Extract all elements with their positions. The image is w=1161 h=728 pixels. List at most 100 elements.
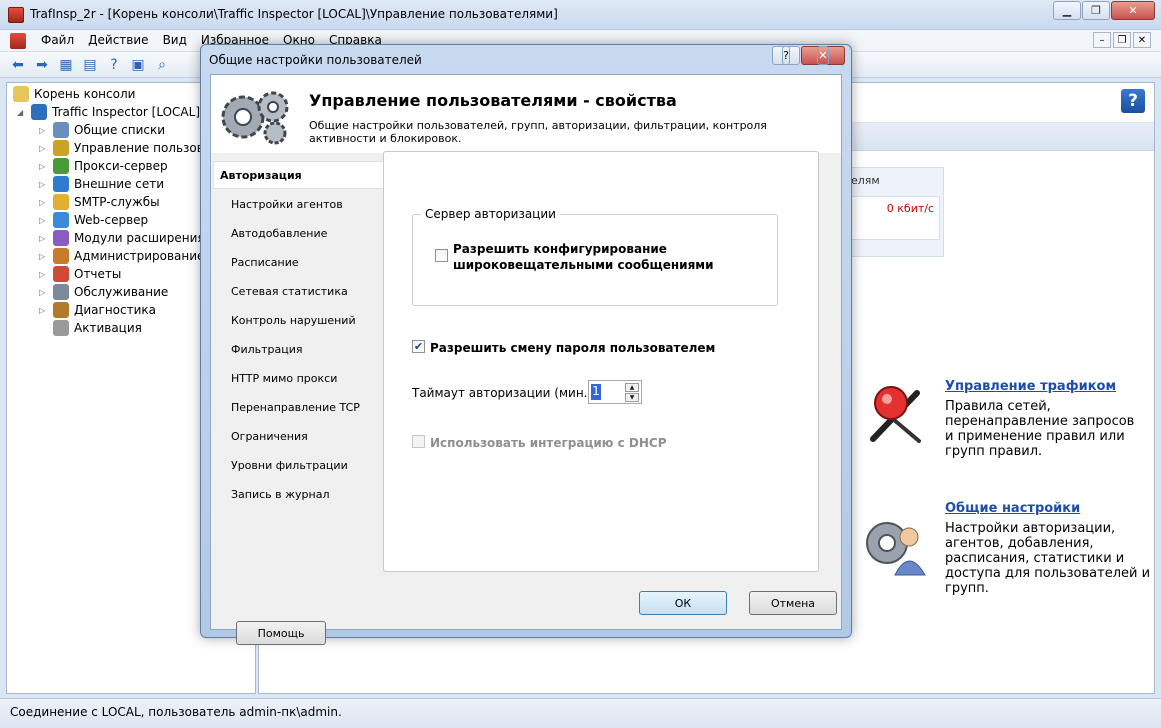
expand-arrow-icon[interactable]: ▷ <box>39 216 49 225</box>
minimize-button[interactable]: ▁ <box>1053 1 1081 20</box>
nav-tcp-redirect[interactable]: Перенаправление TCP <box>231 401 360 414</box>
tree-item[interactable]: ▷ Web-сервер <box>39 211 148 229</box>
timeout-label: Таймаут авторизации (мин.) <box>412 386 593 400</box>
nav-schedule[interactable]: Расписание <box>231 256 299 269</box>
mdi-close-button[interactable]: ✕ <box>1133 32 1151 48</box>
tree-item[interactable]: ▷ Диагностика <box>39 301 156 319</box>
tree-item[interactable]: ▷ SMTP-службы <box>39 193 160 211</box>
auth-server-group: Сервер авторизации Разрешить конфигуриро… <box>412 207 778 306</box>
broadcast-config-box[interactable] <box>435 249 448 262</box>
mdi-restore-button[interactable]: ❐ <box>1113 32 1131 48</box>
nav-limits[interactable]: Ограничения <box>231 430 308 443</box>
tree-item[interactable]: ▷ Обслуживание <box>39 283 168 301</box>
cancel-button[interactable]: Отмена <box>749 591 837 615</box>
menu-action[interactable]: Действие <box>81 33 155 47</box>
dhcp-integration-box[interactable] <box>412 435 425 448</box>
expand-arrow-icon[interactable]: ▷ <box>39 180 49 189</box>
up-folder-icon[interactable]: ▦ <box>56 56 76 74</box>
expand-arrow-icon[interactable]: ▷ <box>39 270 49 279</box>
search-icon[interactable]: ⌕ <box>152 56 172 74</box>
timeout-spinner[interactable]: 1 ▲ ▼ <box>588 380 642 404</box>
dialog-body: Управление пользователями - свойства Общ… <box>210 74 842 645</box>
window-controls: ▁ ❐ ✕ <box>1052 1 1155 20</box>
service-icon <box>53 284 69 300</box>
help-button[interactable]: Помощь <box>236 621 326 645</box>
expand-arrow-icon[interactable]: ▷ <box>39 306 49 315</box>
nav-logging[interactable]: Запись в журнал <box>231 488 330 501</box>
help-icon[interactable]: ? <box>1121 89 1145 113</box>
nav-violations[interactable]: Контроль нарушений <box>231 314 356 327</box>
dialog-controls: ? ✕ <box>772 46 845 65</box>
admin-icon <box>53 248 69 264</box>
dhcp-integration-checkbox[interactable]: Использовать интеграцию с DHCP <box>412 435 667 451</box>
tree-item[interactable]: ▷ Прокси-сервер <box>39 157 168 175</box>
tree-item[interactable]: ▷ Внешние сети <box>39 175 164 193</box>
tree-item-label: SMTP-службы <box>74 195 160 209</box>
tree-item-label: Внешние сети <box>74 177 165 191</box>
collapse-arrow-icon[interactable]: ◢ <box>17 108 27 117</box>
tree-root-label: Корень консоли <box>34 87 136 101</box>
tree-item-label: Общие списки <box>74 123 166 137</box>
tree-root[interactable]: Корень консоли <box>13 85 135 103</box>
key-icon <box>53 320 69 336</box>
tree-server[interactable]: ◢ Traffic Inspector [LOCAL] <box>17 103 200 121</box>
dialog-close-button[interactable]: ✕ <box>801 46 845 65</box>
tree-item-label: Отчеты <box>74 267 122 281</box>
spin-down-icon[interactable]: ▼ <box>625 393 639 402</box>
nav-authorization[interactable]: Авторизация <box>213 161 383 189</box>
traffic-management-link[interactable]: Управление трафиком <box>945 379 1116 394</box>
dialog-help-button[interactable]: ? <box>772 46 800 65</box>
mdi-minimize-button[interactable]: – <box>1093 32 1111 48</box>
nav-filtering[interactable]: Фильтрация <box>231 343 303 356</box>
dialog-title: Общие настройки пользователей <box>209 53 422 67</box>
tree-item-label: Активация <box>74 321 142 335</box>
forward-arrow-icon[interactable]: ➡ <box>32 56 52 74</box>
nav-agent-settings[interactable]: Настройки агентов <box>231 198 343 211</box>
expand-arrow-icon[interactable]: ▷ <box>39 198 49 207</box>
expand-arrow-icon[interactable]: ▷ <box>39 288 49 297</box>
tree-item[interactable]: ▷ Управление пользовате <box>39 139 226 157</box>
nav-network-stats[interactable]: Сетевая статистика <box>231 285 348 298</box>
expand-arrow-icon[interactable]: ▷ <box>39 252 49 261</box>
menu-file[interactable]: Файл <box>34 33 81 47</box>
nav-filter-levels[interactable]: Уровни фильтрации <box>231 459 348 472</box>
maximize-button[interactable]: ❐ <box>1082 1 1110 20</box>
tree-item[interactable]: ▷ Отчеты <box>39 265 121 283</box>
expand-arrow-icon[interactable]: ▷ <box>39 234 49 243</box>
window-titlebar: TrafInsp_2r - [Корень консоли\Traffic In… <box>0 0 1161 30</box>
folder-icon <box>13 86 29 102</box>
tree-item[interactable]: ▷ Модули расширения <box>39 229 205 247</box>
status-bar: Соединение с LOCAL, пользователь admin-п… <box>0 698 1161 728</box>
tree-item-label: Обслуживание <box>74 285 169 299</box>
spin-up-icon[interactable]: ▲ <box>625 383 639 392</box>
close-button[interactable]: ✕ <box>1111 1 1155 20</box>
properties-dialog: Общие настройки пользователей ? ✕ Управл… <box>200 44 852 645</box>
expand-arrow-icon[interactable]: ▷ <box>39 126 49 135</box>
broadcast-config-checkbox[interactable]: Разрешить конфигурирование широковещател… <box>435 241 713 273</box>
nav-http-bypass[interactable]: HTTP мимо прокси <box>231 372 337 385</box>
back-arrow-icon[interactable]: ⬅ <box>8 56 28 74</box>
password-change-box[interactable]: ✔ <box>412 340 425 353</box>
tree-item-label: Прокси-сервер <box>74 159 168 173</box>
properties-icon[interactable]: ▣ <box>128 56 148 74</box>
authorization-panel: Сервер авторизации Разрешить конфигуриро… <box>383 151 819 572</box>
auth-server-legend: Сервер авторизации <box>421 207 560 221</box>
nav-auto-add[interactable]: Автодобавление <box>231 227 327 240</box>
traffic-management-desc: Правила сетей, перенаправление запросов … <box>945 399 1135 459</box>
tree-item[interactable]: ▷ Общие списки <box>39 121 165 139</box>
expand-arrow-icon[interactable]: ▷ <box>39 162 49 171</box>
mdi-system-icon[interactable] <box>10 33 26 49</box>
timeout-input[interactable]: 1 <box>591 384 601 400</box>
password-change-checkbox[interactable]: ✔ Разрешить смену пароля пользователем <box>412 340 715 356</box>
tree-item-label: Web-сервер <box>74 213 149 227</box>
general-settings-link[interactable]: Общие настройки <box>945 501 1080 516</box>
stats-inner: 0 кбит/с <box>848 196 940 240</box>
help-icon[interactable]: ? <box>104 56 124 74</box>
ok-button[interactable]: ОК <box>639 591 727 615</box>
expand-arrow-icon[interactable]: ▷ <box>39 144 49 153</box>
tree-item[interactable]: ▷ Администрирование <box>39 247 204 265</box>
general-settings-desc: Настройки авторизации, агентов, добавлен… <box>945 521 1151 596</box>
menu-view[interactable]: Вид <box>156 33 194 47</box>
tree-item[interactable]: Активация <box>39 319 142 337</box>
show-tree-icon[interactable]: ▤ <box>80 56 100 74</box>
